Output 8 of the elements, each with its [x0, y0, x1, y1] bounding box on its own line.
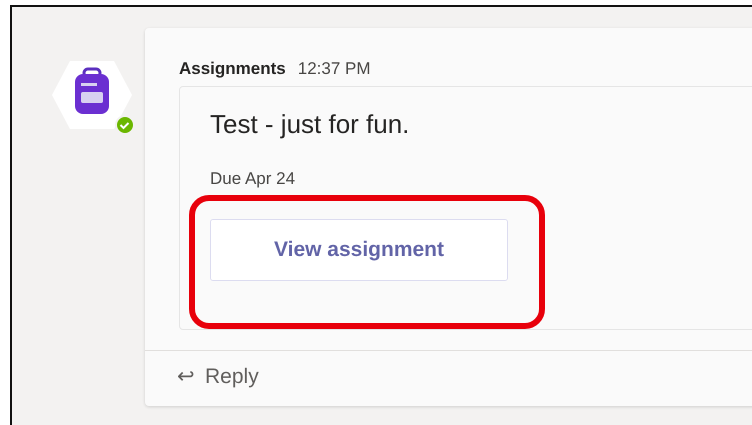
backpack-icon: [75, 68, 109, 114]
timestamp: 12:37 PM: [298, 58, 371, 80]
sender-name: Assignments: [179, 58, 286, 80]
due-date: Due Apr 24: [210, 168, 296, 190]
reply-link[interactable]: Reply: [205, 361, 259, 392]
assignment-title: Test - just for fun.: [210, 108, 410, 140]
view-assignment-button[interactable]: View assignment: [210, 219, 508, 281]
reply-icon: ↩: [177, 361, 195, 392]
